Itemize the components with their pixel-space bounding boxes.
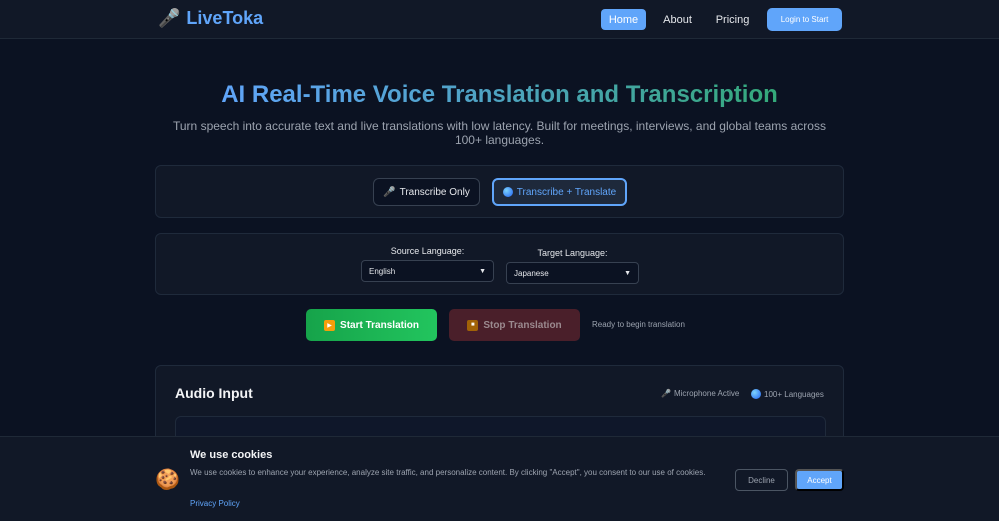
target-language-select[interactable]: Japanese ▼	[506, 262, 639, 284]
privacy-policy-link[interactable]: Privacy Policy	[190, 499, 240, 508]
globe-icon	[751, 389, 761, 399]
microphone-icon: 🎤	[661, 389, 671, 398]
start-translation-label: Start Translation	[340, 319, 419, 331]
audio-input-title: Audio Input	[175, 385, 253, 401]
stop-translation-button[interactable]: ■ Stop Translation	[449, 309, 580, 341]
cookie-text: We use cookies to enhance your experienc…	[190, 468, 706, 477]
accept-button[interactable]: Accept	[795, 469, 844, 491]
login-button[interactable]: Login to Start	[767, 8, 842, 31]
nav-about-link[interactable]: About	[655, 9, 700, 30]
start-translation-button[interactable]: ▶ Start Translation	[306, 309, 437, 341]
source-language-label: Source Language:	[390, 246, 465, 256]
microphone-status-label: Microphone Active	[673, 389, 740, 398]
cookie-title: We use cookies	[190, 449, 273, 461]
languages-badge: 100+ Languages	[751, 389, 824, 399]
target-language-label: Target Language:	[537, 248, 608, 258]
chevron-down-icon: ▼	[624, 269, 631, 277]
play-icon: ▶	[324, 319, 336, 331]
chevron-down-icon: ▼	[479, 267, 486, 275]
logo[interactable]: 🎤 LiveToka	[158, 8, 263, 29]
microphone-icon: 🎤	[383, 186, 396, 198]
logo-text: LiveToka	[186, 8, 264, 28]
nav-pricing-link[interactable]: Pricing	[710, 9, 755, 30]
hero-subtitle: Turn speech into accurate text and live …	[173, 119, 826, 147]
top-navbar: 🎤 LiveToka Home About Pricing Login to S…	[0, 0, 999, 39]
decline-button[interactable]: Decline	[735, 469, 788, 491]
transcribe-only-button[interactable]: 🎤 Transcribe Only	[373, 178, 480, 206]
languages-label: 100+ Languages	[764, 389, 824, 399]
globe-icon	[502, 187, 513, 197]
hero-title-text: AI Real-Time Voice Translation and Trans…	[221, 81, 778, 108]
hero-title: AI Real-Time Voice Translation and Trans…	[0, 80, 999, 110]
status-text: Ready to begin translation	[592, 320, 685, 329]
microphone-icon: 🎤	[158, 8, 181, 28]
cookie-icon: 🍪	[155, 469, 180, 491]
cookie-banner: 🍪 We use cookies We use cookies to enhan…	[0, 436, 999, 521]
target-language-group: Target Language: Japanese ▼	[506, 247, 639, 284]
stop-translation-label: Stop Translation	[483, 319, 562, 331]
source-language-group: Source Language: English ▼	[361, 245, 494, 282]
transcribe-translate-label: Transcribe + Translate	[516, 186, 617, 198]
source-language-value: English	[369, 266, 396, 276]
source-language-select[interactable]: English ▼	[361, 260, 494, 282]
target-language-value: Japanese	[514, 268, 549, 278]
language-selector-card: Source Language: English ▼ Target Langua…	[155, 233, 844, 295]
microphone-status-badge: 🎤 Microphone Active	[661, 389, 739, 398]
stop-icon: ■	[467, 319, 479, 331]
transcribe-only-label: Transcribe Only	[399, 186, 470, 198]
transcribe-translate-button[interactable]: Transcribe + Translate	[492, 178, 627, 206]
nav-home-link[interactable]: Home	[601, 9, 646, 30]
mode-selector-card: 🎤 Transcribe Only Transcribe + Translate	[155, 165, 844, 218]
